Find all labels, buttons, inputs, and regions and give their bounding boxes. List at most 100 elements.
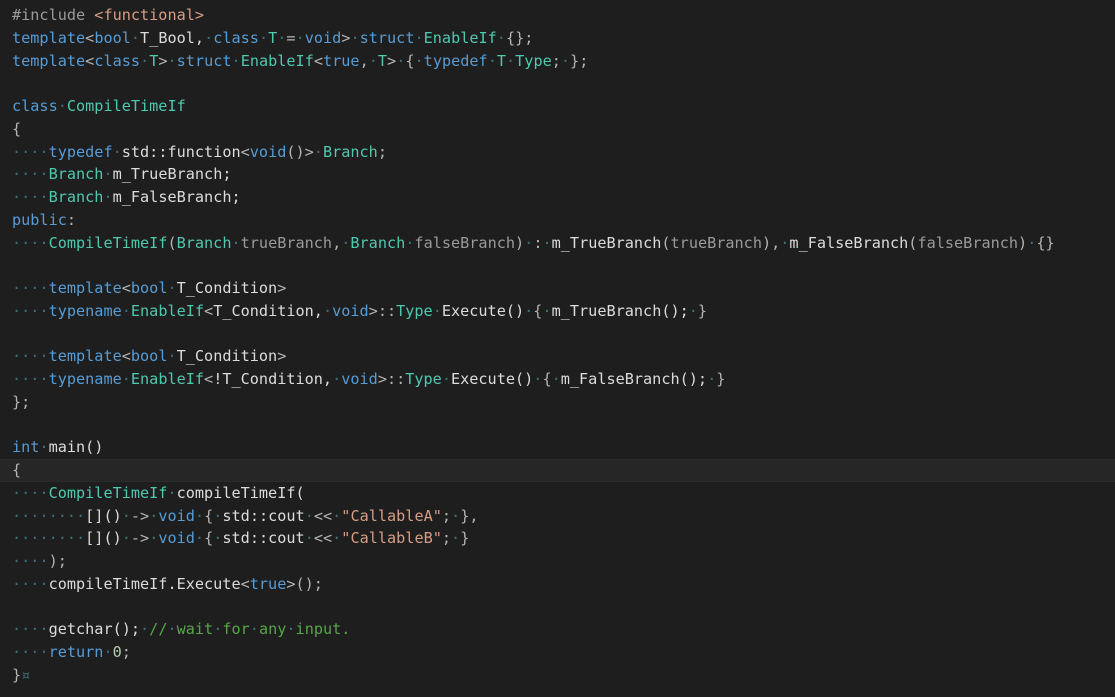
- code-token: T: [496, 51, 506, 70]
- code-token: ;: [441, 506, 452, 525]
- code-token: ->: [130, 529, 150, 548]
- whitespace-marker: ·: [551, 370, 561, 388]
- code-line[interactable]: ····typename·EnableIf<!T_Condition,·void…: [12, 368, 1115, 391]
- code-token: m_FalseBranch;: [112, 188, 241, 206]
- code-token: Type: [405, 370, 442, 388]
- code-token: #include: [12, 6, 95, 24]
- code-token: Execute(): [441, 301, 525, 320]
- whitespace-marker: ····: [12, 370, 49, 388]
- code-token: "CallableA": [341, 506, 442, 525]
- code-line[interactable]: ····Branch·m_TrueBranch;: [12, 163, 1115, 186]
- whitespace-marker: ·: [396, 51, 406, 70]
- code-line[interactable]: ····typename·EnableIf<T_Condition,·void>…: [12, 300, 1115, 323]
- whitespace-marker: ·: [39, 438, 49, 457]
- whitespace-marker: ·: [103, 165, 113, 184]
- code-line[interactable]: template<bool·T_Bool,·class·T·=·void>·st…: [12, 27, 1115, 50]
- code-token: std::function: [121, 142, 241, 161]
- whitespace-marker: ····: [12, 347, 49, 366]
- code-token: {: [405, 51, 415, 70]
- whitespace-marker: ·: [304, 506, 314, 525]
- code-line[interactable]: [12, 323, 1115, 346]
- whitespace-marker: ·: [322, 301, 333, 320]
- code-token: void: [249, 142, 287, 161]
- code-editor[interactable]: #include <functional> template<bool·T_Boo…: [0, 0, 1115, 697]
- whitespace-marker: ····: [12, 142, 49, 161]
- code-token: [](): [85, 529, 122, 548]
- whitespace-marker: ·: [441, 370, 451, 388]
- code-token: ,: [359, 51, 369, 70]
- code-line[interactable]: ····typedef·std::function<void()>·Branch…: [12, 141, 1115, 164]
- code-line[interactable]: ········[]()·->·void·{·std::cout·<<·"Cal…: [12, 505, 1115, 528]
- code-line[interactable]: ····template<bool·T_Condition>: [12, 345, 1115, 368]
- code-line[interactable]: [12, 414, 1115, 437]
- whitespace-marker: ·: [121, 529, 131, 548]
- whitespace-marker: ·: [524, 301, 534, 320]
- code-token: <functional>: [94, 6, 205, 24]
- code-line[interactable]: ····);: [12, 550, 1115, 573]
- code-line[interactable]: ····template<bool·T_Condition>: [12, 277, 1115, 300]
- code-line[interactable]: ········[]()·->·void·{·std::cout·<<·"Cal…: [12, 527, 1115, 550]
- whitespace-marker: ·: [204, 28, 214, 47]
- whitespace-marker: ·: [130, 28, 141, 47]
- code-line[interactable]: ····return·0;: [12, 641, 1115, 664]
- code-line[interactable]: #include <functional>: [12, 4, 1115, 27]
- code-token: int: [12, 438, 40, 457]
- whitespace-marker: ¤: [21, 665, 31, 684]
- code-token: class: [94, 51, 141, 70]
- code-token: m_FalseBranch();: [560, 370, 708, 388]
- code-line[interactable]: {: [0, 459, 1115, 482]
- code-token: }: [12, 665, 22, 684]
- code-token: typename: [48, 370, 122, 388]
- whitespace-marker: ·: [149, 506, 159, 525]
- whitespace-marker: ········: [12, 529, 86, 548]
- code-token: std::cout: [222, 506, 305, 525]
- code-token: getchar();: [48, 620, 141, 639]
- whitespace-marker: ·: [140, 51, 150, 70]
- code-line[interactable]: [12, 254, 1115, 277]
- code-token: >::: [368, 301, 397, 320]
- code-line[interactable]: ····CompileTimeIf·compileTimeIf(: [12, 482, 1115, 505]
- code-token: >::: [377, 370, 406, 388]
- code-token: true: [323, 51, 360, 70]
- code-token: struct: [176, 51, 232, 70]
- code-line[interactable]: ····Branch·m_FalseBranch;: [12, 186, 1115, 209]
- code-line[interactable]: };: [12, 391, 1115, 414]
- code-token: bool: [130, 347, 168, 366]
- code-line[interactable]: ····CompileTimeIf(Branch·trueBranch,·Bra…: [12, 232, 1115, 255]
- code-token: compileTimeIf(: [176, 483, 305, 502]
- whitespace-marker: ·: [332, 529, 342, 548]
- code-token: T_Condition: [176, 279, 278, 297]
- code-line[interactable]: int·main(): [12, 436, 1115, 459]
- code-token: <: [240, 142, 250, 161]
- whitespace-marker: ·: [524, 233, 534, 252]
- code-token: return: [48, 643, 104, 661]
- code-token: Branch: [322, 142, 378, 161]
- code-line[interactable]: ····getchar();·//·wait·for·any·input.: [12, 618, 1115, 641]
- code-line[interactable]: ····compileTimeIf.Execute<true>();: [12, 573, 1115, 596]
- code-token: }: [460, 529, 470, 548]
- code-line[interactable]: [12, 596, 1115, 619]
- code-token: 0: [112, 643, 122, 661]
- code-token: {: [12, 461, 22, 479]
- code-token: Type: [396, 301, 433, 320]
- code-token: EnableIf: [423, 28, 497, 47]
- whitespace-marker: ····: [12, 643, 49, 661]
- code-line[interactable]: {: [12, 118, 1115, 141]
- code-token: class: [213, 28, 259, 47]
- code-line[interactable]: [12, 72, 1115, 95]
- code-token: }: [697, 301, 708, 320]
- code-token: <: [204, 370, 214, 388]
- code-line[interactable]: public:: [12, 209, 1115, 232]
- whitespace-marker: ····: [12, 233, 49, 252]
- whitespace-marker: ·: [432, 301, 442, 320]
- whitespace-marker: ·: [167, 347, 177, 366]
- code-token: ;: [377, 142, 387, 161]
- code-line[interactable]: class·CompileTimeIf: [12, 95, 1115, 118]
- code-line[interactable]: }¤: [12, 664, 1115, 687]
- code-line[interactable]: template<class·T>·struct·EnableIf<true,·…: [12, 50, 1115, 73]
- code-lines[interactable]: #include <functional> template<bool·T_Boo…: [0, 4, 1115, 687]
- whitespace-marker: ·: [542, 233, 552, 252]
- code-token: for: [222, 620, 250, 639]
- code-token: ;: [121, 643, 131, 661]
- code-token: T_Condition,: [213, 301, 323, 320]
